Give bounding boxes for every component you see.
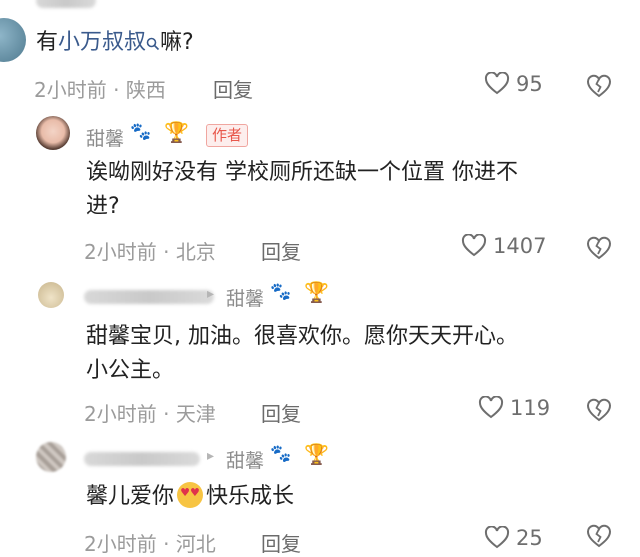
like-count: 1407 [493,234,547,258]
like-button[interactable]: 1407 [461,234,546,258]
broken-heart-icon[interactable] [585,522,613,550]
timestamp: 2小时前 [84,402,157,426]
broken-heart-icon[interactable] [585,72,613,100]
author-avatar[interactable] [36,116,70,150]
location: 河北 [175,532,216,556]
trophy-icon: 🏆 [164,120,189,144]
search-keyword-link[interactable]: 小万叔叔 [58,30,146,55]
comment-meta: 2小时前 · 天津 [84,402,216,426]
comment-text-prefix: 有 [36,30,59,55]
reply-button[interactable]: 回复 [213,74,253,103]
author-name[interactable]: 甜馨 [86,124,124,151]
like-count: 25 [516,526,543,550]
heart-outline-icon [478,396,504,419]
comment-text-line1: 甜馨宝贝, 加油。很喜欢你。愿你天天开心。 [86,324,518,349]
comment-text: 馨儿爱你 ♥♥ 快乐成长 [86,480,294,514]
comment-meta: 2小时前 · 河北 [84,532,216,556]
trophy-icon: 🏆 [304,280,329,304]
comment-text: 有小万叔叔 嘛? [36,26,194,62]
timestamp: 2小时前 [34,78,107,102]
reply-arrow-icon: ▸ [207,286,215,302]
heart-outline-icon [461,234,487,257]
like-count: 119 [510,396,551,420]
blurred-username [84,452,200,466]
reply-arrow-icon: ▸ [207,448,215,464]
timestamp: 2小时前 [84,240,157,264]
avatar[interactable] [38,282,64,308]
broken-heart-icon[interactable] [585,396,613,424]
heart-outline-icon [484,72,510,95]
heart-outline-icon [484,526,510,549]
timestamp: 2小时前 [84,532,157,556]
location: 陕西 [125,78,166,102]
author-badge: 作者 [206,124,249,147]
reply-button[interactable]: 回复 [261,528,301,557]
comment-text-after: 快乐成长 [206,484,295,509]
reply-to-name[interactable]: 甜馨 [226,446,264,473]
paw-icon: 🐾 [130,122,152,142]
comment-text-line1: 诶呦刚好没有 学校厕所还缺一个位置 你进不 [86,160,518,185]
comment-text-suffix: 嘛? [160,30,194,55]
broken-heart-icon[interactable] [585,234,613,262]
avatar[interactable] [0,18,26,62]
paw-icon: 🐾 [270,444,292,464]
like-button[interactable]: 119 [478,396,550,420]
comment-meta: 2小时前 · 陕西 [34,78,166,102]
reply-button[interactable]: 回复 [261,398,301,427]
comment-text-before: 馨儿爱你 [86,484,175,509]
like-count: 95 [516,72,543,96]
like-button[interactable]: 25 [484,526,543,550]
paw-icon: 🐾 [270,282,292,302]
reply-to-name[interactable]: 甜馨 [226,284,264,311]
comment-text-line2: 进? [86,194,120,219]
blurred-username-top [36,0,96,8]
search-icon[interactable] [146,28,160,62]
avatar[interactable] [36,442,66,472]
location: 天津 [175,402,216,426]
comment-text-line2: 小公主。 [86,358,175,383]
trophy-icon: 🏆 [304,442,329,466]
like-button[interactable]: 95 [484,72,543,96]
location: 北京 [175,240,216,264]
heart-eyes-emoji-icon: ♥♥ [177,482,204,508]
reply-button[interactable]: 回复 [261,236,301,265]
blurred-username [84,290,214,304]
comment-meta: 2小时前 · 北京 [84,240,216,264]
